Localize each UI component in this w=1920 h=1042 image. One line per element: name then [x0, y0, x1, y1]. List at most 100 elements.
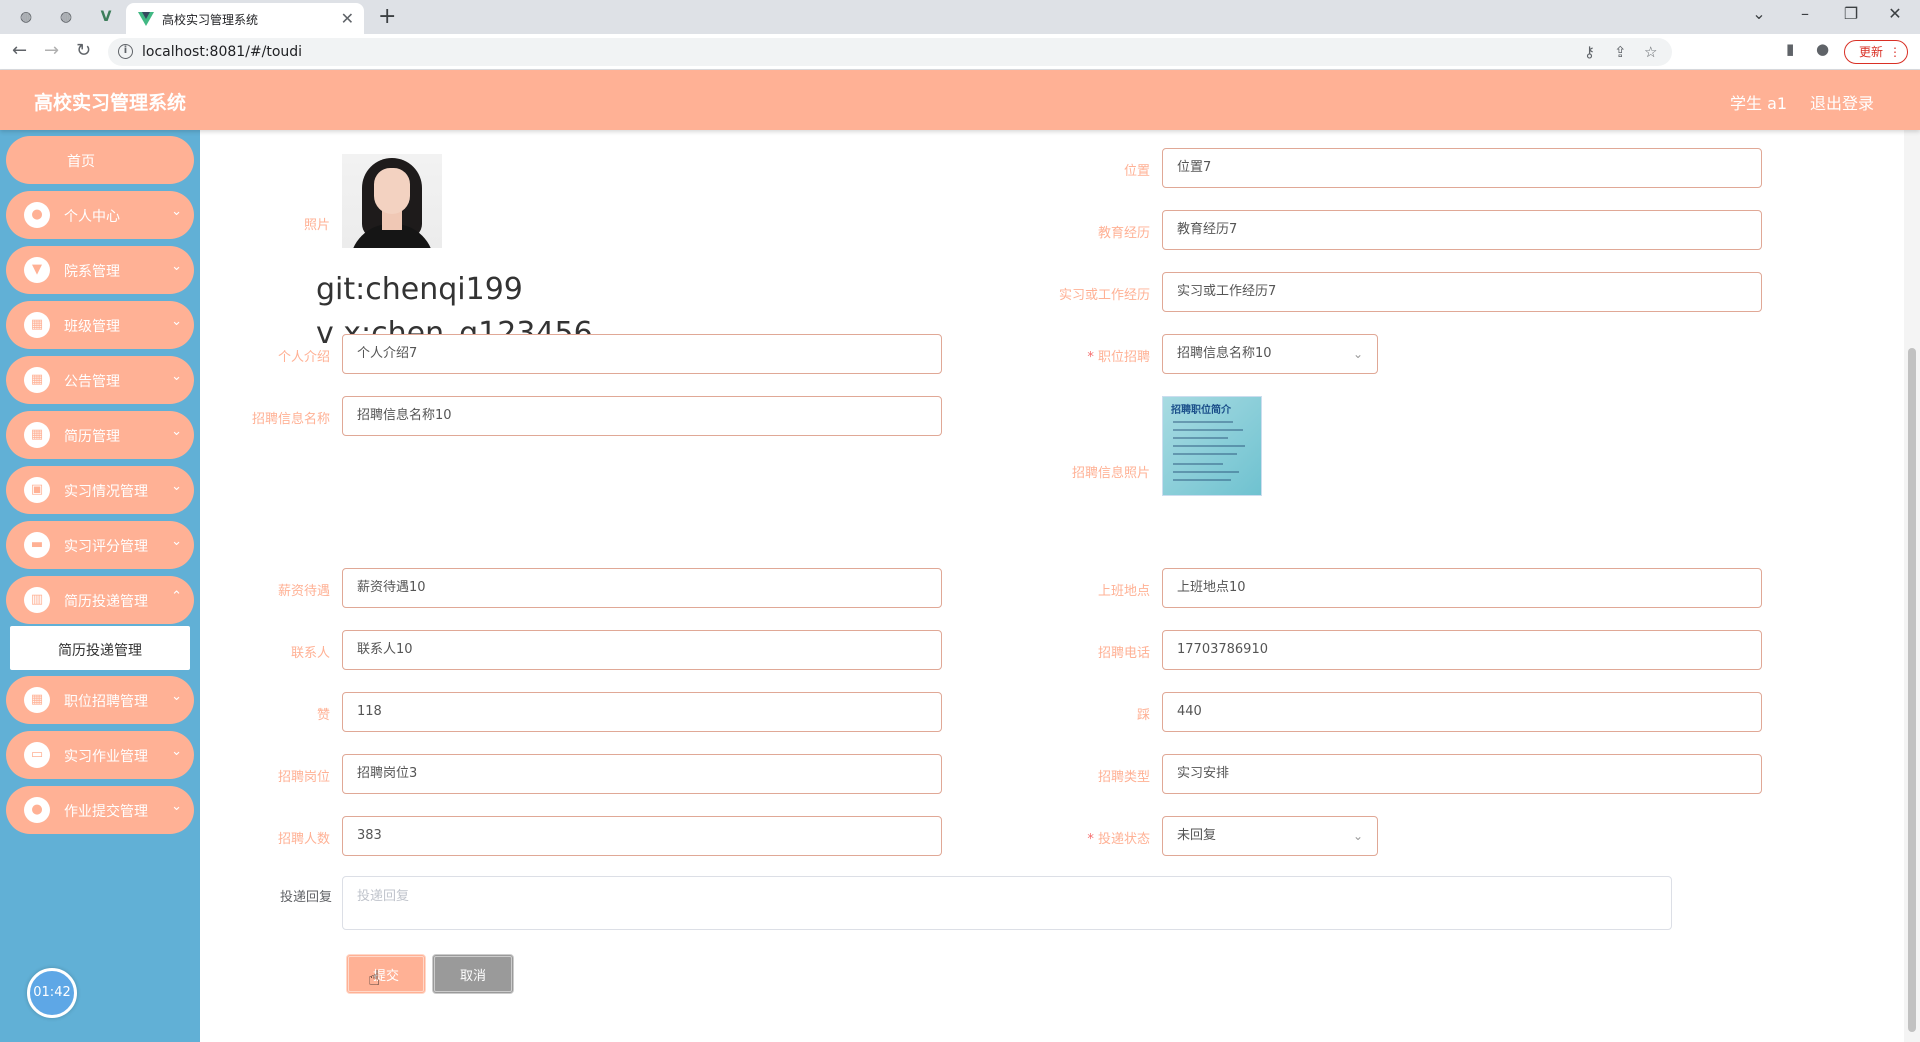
- tab-search-chevron-icon[interactable]: ⌄: [1744, 4, 1774, 23]
- sidebar-item-internship-status[interactable]: ▣ 实习情况管理 ⌄: [6, 466, 194, 514]
- minimize-icon[interactable]: –: [1790, 4, 1820, 23]
- work-place-label: 上班地点: [1097, 584, 1150, 599]
- contact-field[interactable]: 联系人10: [342, 630, 942, 670]
- pinned-tab-icon[interactable]: ◍: [56, 7, 76, 27]
- status-select[interactable]: 未回复 ⌄: [1162, 816, 1378, 856]
- sidebar-item-label: 简历投递管理: [64, 594, 148, 610]
- sidebar-item-notice[interactable]: ▦ 公告管理 ⌄: [6, 356, 194, 404]
- reload-icon[interactable]: ↻: [76, 40, 91, 61]
- sidebar-item-job-recruit[interactable]: ▦ 职位招聘管理 ⌄: [6, 676, 194, 724]
- building-icon: ▼: [24, 257, 50, 283]
- grid-icon: ▦: [24, 367, 50, 393]
- app-header: 高校实习管理系统 学生 a1 退出登录: [0, 70, 1920, 130]
- user-icon: ●: [24, 797, 50, 823]
- job-select-value: 招聘信息名称10: [1177, 346, 1272, 361]
- browser-tab-active[interactable]: 高校实习管理系统 ✕: [126, 3, 364, 34]
- url-text[interactable]: localhost:8081/#/toudi: [142, 44, 302, 60]
- intro-field[interactable]: 个人介绍7: [342, 334, 942, 374]
- work-place-field[interactable]: 上班地点10: [1162, 568, 1762, 608]
- site-info-icon[interactable]: i: [118, 44, 133, 59]
- sidebar-item-department[interactable]: ▼ 院系管理 ⌄: [6, 246, 194, 294]
- profile-icon[interactable]: ●: [1816, 40, 1829, 58]
- chevron-down-icon: ⌄: [171, 689, 182, 704]
- chevron-up-icon: ⌃: [171, 589, 182, 604]
- salary-label: 薪资待遇: [277, 584, 330, 599]
- dislikes-label: 踩: [1136, 708, 1150, 723]
- status-select-value: 未回复: [1177, 828, 1217, 843]
- photo-label: 照片: [303, 218, 330, 233]
- browser-address-bar: ← → ↻ i localhost:8081/#/toudi ⚷ ⇪ ☆: [0, 34, 1920, 70]
- location-label: 位置: [1123, 164, 1150, 179]
- job-select[interactable]: 招聘信息名称10 ⌄: [1162, 334, 1378, 374]
- sidebar-item-internship-score[interactable]: ▬ 实习评分管理 ⌄: [6, 521, 194, 569]
- sidebar-item-label: 实习作业管理: [64, 749, 148, 765]
- sidebar-item-label: 班级管理: [64, 319, 120, 335]
- grid-icon: ▦: [24, 422, 50, 448]
- chevron-down-icon: ⌄: [171, 369, 182, 384]
- main-content: 照片 git:chenqi199 v x:chen_q123456 个人介绍 个…: [200, 130, 1920, 1042]
- likes-field[interactable]: 118: [342, 692, 942, 732]
- chevron-down-icon: ⌄: [171, 744, 182, 759]
- sidebar-item-label: 院系管理: [64, 264, 120, 280]
- salary-field[interactable]: 薪资待遇10: [342, 568, 942, 608]
- restore-icon[interactable]: ❐: [1836, 4, 1866, 23]
- sidebar-item-resume[interactable]: ▦ 简历管理 ⌄: [6, 411, 194, 459]
- page-scrollbar[interactable]: [1904, 130, 1920, 1042]
- close-window-icon[interactable]: ✕: [1880, 4, 1910, 23]
- new-tab-icon[interactable]: +: [378, 4, 396, 29]
- sidebar-item-resume-delivery[interactable]: ▥ 简历投递管理 ⌃: [6, 576, 194, 624]
- current-user: 学生 a1: [1730, 94, 1788, 113]
- clipboard-icon: ▣: [24, 477, 50, 503]
- sidebar-item-homework[interactable]: ▭ 实习作业管理 ⌄: [6, 731, 194, 779]
- logout-link[interactable]: 退出登录: [1810, 90, 1874, 114]
- count-field[interactable]: 383: [342, 816, 942, 856]
- dislikes-field[interactable]: 440: [1162, 692, 1762, 732]
- chevron-down-icon: ⌄: [171, 799, 182, 814]
- sidebar-subitem-resume-delivery[interactable]: 简历投递管理: [10, 626, 190, 670]
- vue-tab-icon[interactable]: V: [96, 7, 116, 27]
- more-menu-icon: ⋮: [1889, 45, 1901, 59]
- sidebar-item-home[interactable]: 首页: [6, 136, 194, 184]
- position-field[interactable]: 招聘岗位3: [342, 754, 942, 794]
- timer-badge[interactable]: 01:42: [27, 968, 77, 1018]
- chevron-down-icon: ⌄: [171, 314, 182, 329]
- sidebar-item-label: 作业提交管理: [64, 804, 148, 820]
- count-label: 招聘人数: [277, 832, 330, 847]
- job-select-label: * 职位招聘: [1087, 350, 1150, 365]
- chevron-down-icon: ⌄: [171, 204, 182, 219]
- briefcase-icon: ▬: [24, 532, 50, 558]
- info-name-label: 招聘信息名称: [251, 412, 330, 427]
- sidebar-item-homework-submit[interactable]: ● 作业提交管理 ⌄: [6, 786, 194, 834]
- sidebar-item-label: 个人中心: [64, 209, 120, 225]
- type-field[interactable]: 实习安排: [1162, 754, 1762, 794]
- reply-textarea[interactable]: 投递回复: [342, 876, 1672, 930]
- sidebar-item-label: 公告管理: [64, 374, 120, 390]
- grid-icon: ▦: [24, 687, 50, 713]
- tab-close-icon[interactable]: ✕: [341, 9, 354, 28]
- sidebar-item-personal-center[interactable]: ● 个人中心 ⌄: [6, 191, 194, 239]
- education-field[interactable]: 教育经历7: [1162, 210, 1762, 250]
- browser-update-button[interactable]: 更新 ⋮: [1844, 40, 1908, 64]
- info-name-field[interactable]: 招聘信息名称10: [342, 396, 942, 436]
- submit-button[interactable]: 提交: [346, 954, 426, 994]
- cancel-button[interactable]: 取消: [432, 954, 514, 994]
- forward-icon[interactable]: →: [44, 40, 59, 61]
- job-info-image: 招聘职位简介: [1162, 396, 1262, 496]
- location-field[interactable]: 位置7: [1162, 148, 1762, 188]
- bookmark-star-icon[interactable]: ☆: [1644, 43, 1657, 61]
- key-icon[interactable]: ⚷: [1584, 43, 1595, 61]
- omnibox[interactable]: i localhost:8081/#/toudi ⚷ ⇪ ☆: [108, 38, 1672, 66]
- browser-tab-bar: ◍ ◍ V 高校实习管理系统 ✕ + ⌄ – ❐ ✕: [0, 0, 1920, 34]
- back-icon[interactable]: ←: [12, 40, 27, 61]
- job-image-title: 招聘职位简介: [1171, 405, 1231, 416]
- scrollbar-thumb[interactable]: [1908, 348, 1916, 1032]
- pinned-tab-icon[interactable]: ◍: [16, 7, 36, 27]
- side-panel-icon[interactable]: ▮: [1786, 40, 1794, 58]
- phone-field[interactable]: 17703786910: [1162, 630, 1762, 670]
- experience-field[interactable]: 实习或工作经历7: [1162, 272, 1762, 312]
- likes-label: 赞: [316, 708, 330, 723]
- position-label: 招聘岗位: [277, 770, 330, 785]
- reply-label: 投递回复: [279, 890, 332, 905]
- share-icon[interactable]: ⇪: [1614, 43, 1627, 61]
- sidebar-item-class[interactable]: ▦ 班级管理 ⌄: [6, 301, 194, 349]
